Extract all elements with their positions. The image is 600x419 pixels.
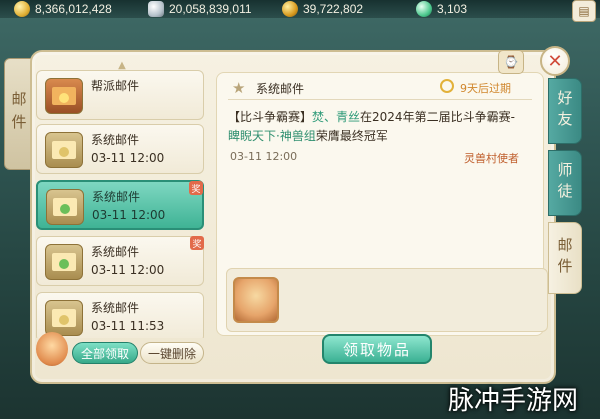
envelope-icon [46, 189, 84, 225]
coin-icon [282, 1, 298, 17]
close-button[interactable]: ✕ [540, 46, 570, 76]
tab-friends[interactable]: 好友 [548, 78, 582, 144]
history-icon: ⌚ [503, 55, 519, 69]
menu-icon: ▤ [578, 4, 590, 18]
mail-item-date: 03-11 12:00 [91, 151, 165, 165]
reward-badge: 奖 [189, 181, 203, 195]
mail-item-system-2[interactable]: 系统邮件 03-11 12:00 奖 [36, 180, 204, 230]
mail-sender: 系统邮件 [256, 82, 305, 96]
claim-items-button[interactable]: 领取物品 [322, 334, 432, 364]
left-mail-tab-label: 邮件 [9, 91, 28, 137]
scroll-up-icon[interactable]: ▲ [115, 61, 129, 71]
body-names: 焚、青丝 [312, 110, 361, 124]
expire-text: 9天后过期 [460, 82, 511, 95]
currency-jade-value: 3,103 [437, 2, 468, 16]
currency-jade[interactable]: 3,103 [416, 0, 467, 18]
star-icon: ★ [232, 79, 246, 97]
gold-ingot-icon [14, 1, 30, 17]
mail-item-date: 03-11 11:53 [91, 319, 165, 333]
reward-badge: 奖 [190, 236, 204, 250]
site-watermark: 脉冲手游网 [448, 386, 579, 416]
body-mid: 在2024年第二届比斗争霸赛- [360, 110, 515, 124]
currency-gold: 8,366,012,428 [14, 0, 112, 18]
silver-icon [148, 1, 164, 17]
body-prefix: 【比斗争霸赛】 [228, 110, 313, 124]
currency-coin-value: 39,722,802 [303, 2, 364, 16]
jade-icon [416, 1, 432, 17]
close-icon: ✕ [547, 50, 563, 72]
body-suffix: 荣膺最终冠军 [315, 129, 388, 143]
mail-item-system-4[interactable]: 系统邮件 03-11 11:53 [36, 292, 204, 338]
clock-icon [440, 79, 454, 93]
claim-all-button[interactable]: 全部领取 [72, 342, 138, 364]
mail-body: 【比斗争霸赛】焚、青丝在2024年第二届比斗争霸赛- 睥睨天下·神兽组荣膺最终冠… [228, 108, 544, 146]
guild-chest-icon [45, 78, 83, 114]
mail-list: 帮派邮件 系统邮件 03-11 12:00 系统邮件 03-11 12:00 奖… [36, 70, 206, 338]
currency-silver: 20,058,839,011 [148, 0, 252, 18]
menu-button[interactable]: ▤ [572, 0, 596, 22]
mail-item-title: 系统邮件 [91, 301, 140, 315]
tab-mentor[interactable]: 师徒 [548, 150, 582, 216]
tab-mentor-label: 师徒 [555, 162, 574, 204]
delete-all-button[interactable]: 一键删除 [140, 342, 204, 364]
mail-item-system-1[interactable]: 系统邮件 03-11 12:00 [36, 124, 204, 174]
mail-item-title: 系统邮件 [92, 190, 141, 204]
divider [228, 99, 532, 100]
tab-mail-label: 邮件 [555, 237, 574, 279]
currency-coin: 39,722,802 [282, 0, 363, 18]
currency-gold-value: 8,366,012,428 [35, 2, 112, 16]
body-team: 睥睨天下·神兽组 [228, 129, 316, 143]
mail-item-date: 03-11 12:00 [92, 208, 166, 222]
mail-item-system-3[interactable]: 系统邮件 03-11 12:00 奖 [36, 236, 204, 286]
envelope-icon [45, 300, 83, 336]
tab-mail[interactable]: 邮件 [548, 222, 582, 294]
mail-item-guild[interactable]: 帮派邮件 [36, 70, 204, 120]
mail-item-date: 03-11 12:00 [91, 263, 165, 277]
mail-item-title: 系统邮件 [91, 133, 140, 147]
currency-silver-value: 20,058,839,011 [169, 2, 252, 16]
mail-item-title: 系统邮件 [91, 245, 140, 259]
attachment-item-icon[interactable] [233, 277, 279, 323]
envelope-icon [45, 132, 83, 168]
envelope-icon [45, 244, 83, 280]
mascot-icon[interactable] [36, 332, 68, 366]
mail-item-title: 帮派邮件 [91, 79, 140, 93]
mail-date: 03-11 12:00 [230, 150, 298, 163]
history-button[interactable]: ⌚ [498, 50, 524, 74]
tab-friends-label: 好友 [555, 90, 574, 132]
mail-signer: 灵兽村使者 [464, 152, 519, 165]
